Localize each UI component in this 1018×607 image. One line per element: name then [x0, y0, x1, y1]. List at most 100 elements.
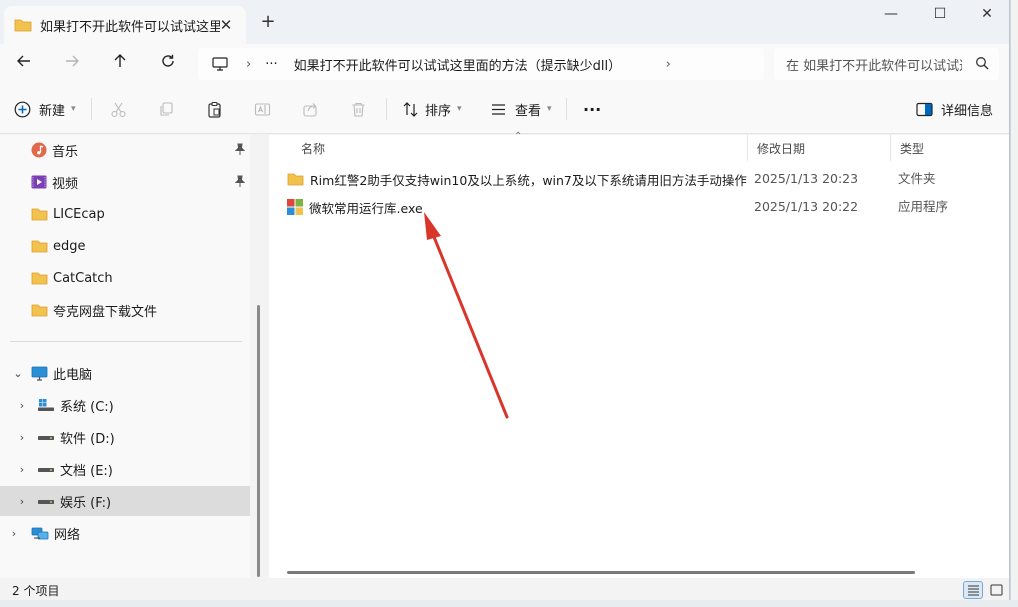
nav-item-music[interactable]: 音乐 — [0, 135, 250, 165]
nav-item-quark-downloads[interactable]: 夸克网盘下载文件 — [0, 295, 250, 325]
nav-item-licecap[interactable]: LICEcap — [0, 199, 250, 229]
close-window-button[interactable]: ✕ — [964, 0, 1009, 30]
rename-icon — [254, 102, 271, 116]
nav-item-edge[interactable]: edge — [0, 231, 250, 261]
details-pane-button[interactable]: 详细信息 — [916, 96, 993, 122]
status-bar: 2 个项目 — [0, 578, 1009, 600]
tab-current-folder[interactable]: 如果打不开此软件可以试试这里面的方法（提示缺少dll） ✕ — [4, 6, 246, 44]
new-button[interactable]: 新建 ▾ — [14, 96, 76, 122]
rename-button[interactable] — [254, 96, 271, 122]
nav-item-network[interactable]: › 网络 — [0, 518, 250, 548]
nav-item-drive-e[interactable]: › 文档 (E:) — [0, 454, 250, 484]
drive-icon — [38, 468, 54, 472]
forward-button[interactable] — [58, 51, 86, 77]
share-icon — [303, 102, 317, 117]
scissors-icon — [111, 102, 126, 117]
chevron-right-icon[interactable]: › — [16, 463, 28, 476]
tiles-view-button[interactable] — [986, 581, 1006, 599]
chevron-right-icon[interactable]: › — [8, 527, 20, 540]
copy-icon — [160, 101, 173, 116]
nav-item-label: 娱乐 (F:) — [60, 495, 112, 511]
nav-item-drive-d[interactable]: › 软件 (D:) — [0, 422, 250, 452]
toolbar-divider — [386, 98, 387, 120]
sort-label: 排序 — [425, 103, 452, 119]
paste-button[interactable] — [206, 96, 223, 122]
windows-drive-icon — [38, 399, 54, 411]
column-header-label: 修改日期 — [757, 141, 806, 156]
minimize-button[interactable]: — — [868, 0, 914, 30]
file-modified: 2025/1/13 20:23 — [754, 171, 859, 186]
search-input[interactable]: 在 如果打不开此软件可以试试这里面的方法（提示缺少dll） 中搜索 — [786, 55, 962, 74]
folder-icon — [31, 272, 48, 285]
exe-installer-icon — [287, 199, 303, 215]
pin-icon[interactable] — [234, 175, 246, 188]
horizontal-scrollbar[interactable] — [287, 571, 915, 574]
sort-button[interactable]: 排序 ▾ — [402, 96, 462, 122]
view-list-icon — [492, 103, 505, 115]
table-row[interactable]: Rim红警2助手仅支持win10及以上系统，win7及以下系统请用旧方法手动操作… — [283, 165, 1009, 193]
column-header-label: 名称 — [301, 141, 326, 156]
nav-item-label: 软件 (D:) — [60, 431, 115, 447]
nav-item-label: 文档 (E:) — [60, 463, 113, 479]
back-button[interactable] — [10, 51, 38, 77]
breadcrumb-ellipsis[interactable]: ··· — [265, 57, 277, 72]
arrow-left-icon — [17, 55, 30, 67]
file-name: 微软常用运行库.exe — [309, 200, 423, 216]
chevron-right-icon[interactable]: › — [16, 431, 28, 444]
nav-item-label: 系统 (C:) — [60, 399, 114, 415]
folder-icon — [14, 19, 32, 32]
copy-button[interactable] — [158, 96, 175, 122]
nav-item-drive-f[interactable]: › 娱乐 (F:) — [0, 486, 250, 516]
background-window-edge — [1011, 0, 1018, 607]
trash-icon — [352, 102, 365, 117]
chevron-down-icon[interactable]: ⌄ — [12, 367, 24, 380]
pin-icon[interactable] — [234, 143, 246, 156]
breadcrumb-chevron[interactable]: › — [246, 57, 251, 72]
cut-button[interactable] — [110, 96, 127, 122]
search-box[interactable]: 在 如果打不开此软件可以试试这里面的方法（提示缺少dll） 中搜索 — [774, 48, 999, 80]
delete-button[interactable] — [350, 96, 367, 122]
view-label: 查看 — [515, 103, 542, 119]
details-label: 详细信息 — [941, 103, 994, 119]
plus-circle-icon — [14, 101, 31, 117]
music-icon — [31, 142, 47, 158]
breadcrumb-current-folder[interactable]: 如果打不开此软件可以试试这里面的方法（提示缺少dll） — [294, 55, 646, 74]
command-bar: 新建 ▾ 排序 ▾ 查看 ▾ ··· 详细信息 — [0, 84, 1009, 134]
column-header-modified[interactable]: 修改日期 — [747, 135, 890, 161]
maximize-button[interactable]: ☐ — [917, 0, 963, 30]
breadcrumb-chevron[interactable]: › — [666, 57, 671, 72]
file-name: Rim红警2助手仅支持win10及以上系统，win7及以下系统请用旧方法手动操作 — [310, 172, 747, 188]
monitor-icon — [212, 57, 228, 71]
nav-item-video[interactable]: 视频 — [0, 167, 250, 197]
arrow-right-icon — [66, 55, 79, 67]
up-button[interactable] — [106, 51, 134, 77]
more-options-button[interactable]: ··· — [583, 96, 601, 122]
details-pane-icon — [916, 102, 933, 116]
chevron-down-icon: ▾ — [547, 104, 552, 114]
folder-icon — [287, 173, 304, 186]
file-modified: 2025/1/13 20:22 — [754, 199, 859, 214]
clipboard-icon — [208, 101, 221, 118]
new-label: 新建 — [39, 103, 66, 119]
tab-title: 如果打不开此软件可以试试这里面的方法（提示缺少dll） — [40, 19, 220, 35]
chevron-right-icon[interactable]: › — [16, 399, 28, 412]
close-icon[interactable]: ✕ — [216, 15, 236, 35]
nav-item-drive-c[interactable]: › 系统 (C:) — [0, 390, 250, 420]
view-button[interactable]: 查看 ▾ — [490, 96, 552, 122]
nav-scrollbar[interactable] — [257, 305, 260, 577]
nav-item-label: 视频 — [52, 176, 79, 192]
chevron-down-icon: ▾ — [457, 104, 462, 114]
chevron-right-icon[interactable]: › — [16, 495, 28, 508]
nav-item-catcatch[interactable]: CatCatch — [0, 263, 250, 293]
share-button[interactable] — [302, 96, 319, 122]
address-bar-row: › ··· 如果打不开此软件可以试试这里面的方法（提示缺少dll） › 在 如果… — [0, 44, 1009, 84]
nav-item-this-pc[interactable]: ⌄ 此电脑 — [0, 358, 250, 388]
column-header-type[interactable]: 类型 — [890, 135, 1009, 161]
address-field[interactable]: › ··· 如果打不开此软件可以试试这里面的方法（提示缺少dll） › — [198, 48, 764, 80]
new-tab-button[interactable]: + — [256, 10, 280, 34]
refresh-button[interactable] — [154, 51, 182, 77]
arrow-up-icon — [114, 54, 126, 67]
details-view-button[interactable] — [963, 581, 983, 599]
table-row[interactable]: 微软常用运行库.exe 2025/1/13 20:22 应用程序 — [283, 193, 1009, 221]
network-icon — [31, 527, 49, 539]
